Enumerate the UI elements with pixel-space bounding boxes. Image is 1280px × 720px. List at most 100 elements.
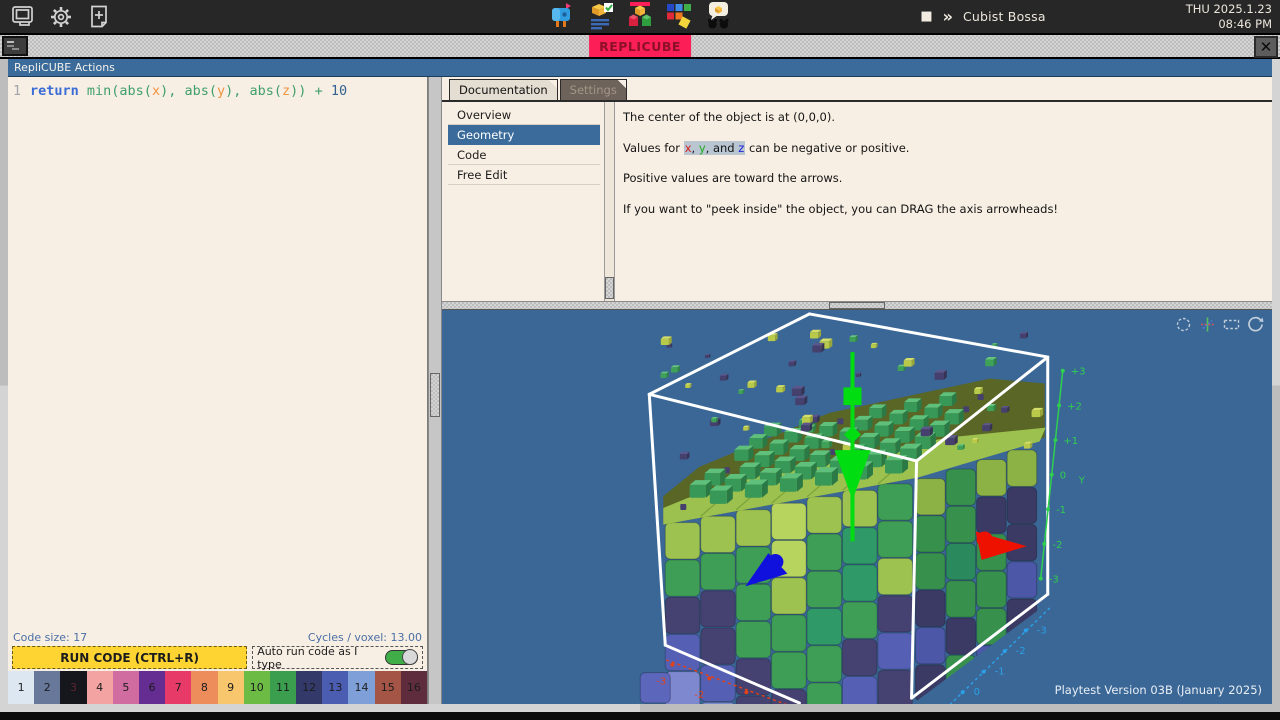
code-call: ), abs( xyxy=(225,83,282,99)
bounds-view-icon[interactable] xyxy=(1223,316,1240,333)
palette-number: 1 xyxy=(18,681,25,694)
music-stop-icon[interactable]: ■ xyxy=(920,9,932,24)
doc-paragraph-1: The center of the object is at (0,0,0). xyxy=(623,110,1264,124)
editor-status-row: Code size: 17 Cycles / voxel: 13.00 xyxy=(8,628,427,646)
system-top-bar: ■ » Cubist Bossa THU 2025.1.23 08:46 PM xyxy=(0,0,1280,33)
palette-swatch-6[interactable]: 6 xyxy=(139,671,165,704)
close-window-button[interactable]: ✕ xyxy=(1254,36,1278,58)
color-palette: 1 2 3 4 5 6 7 8 9 10 11 12 13 14 15 16 xyxy=(8,671,427,704)
nav-item-code[interactable]: Code xyxy=(448,145,600,165)
code-size-label: Code size: 17 xyxy=(13,631,87,644)
palette-swatch-8[interactable]: 8 xyxy=(191,671,217,704)
doc-paragraph-2: Values for x, y, and z can be negative o… xyxy=(623,141,1264,155)
svg-text:-2: -2 xyxy=(1016,646,1026,657)
palette-swatch-16[interactable]: 16 xyxy=(401,671,427,704)
palette-number: 13 xyxy=(328,681,342,694)
svg-text:Y: Y xyxy=(1078,476,1086,487)
palette-swatch-9[interactable]: 9 xyxy=(218,671,244,704)
palette-number: 11 xyxy=(276,681,290,694)
voxel-viewport[interactable]: +3+2+10-1-2-3Y-3-20-1-2-3 Playtest Versi… xyxy=(442,310,1272,704)
var-y: y xyxy=(699,141,706,155)
run-code-button[interactable]: RUN CODE (CTRL+R) xyxy=(12,646,247,669)
panel-divider[interactable] xyxy=(442,301,1272,310)
settings-gear-icon[interactable] xyxy=(48,4,74,30)
replicube-app-icon[interactable] xyxy=(626,2,654,30)
palette-number: 14 xyxy=(355,681,369,694)
code-line[interactable]: return min(abs(x), abs(y), abs(z)) + 10 xyxy=(30,83,347,628)
version-label: Playtest Version 03B (January 2025) xyxy=(1055,683,1262,697)
svg-text:+1: +1 xyxy=(1063,436,1078,447)
music-track-name: Cubist Bossa xyxy=(963,9,1046,24)
doc-p2-suffix: can be negative or positive. xyxy=(745,141,909,155)
palette-number: 6 xyxy=(149,681,156,694)
palette-number: 16 xyxy=(407,681,421,694)
divider-grip[interactable] xyxy=(829,302,885,309)
doc-p2-sep2: , and xyxy=(706,141,739,155)
panel-scrollbar[interactable] xyxy=(428,77,442,704)
palette-number: 8 xyxy=(201,681,208,694)
palette-swatch-7[interactable]: 7 xyxy=(165,671,191,704)
window-thumbnail-icon[interactable] xyxy=(2,36,28,56)
svg-text:-2: -2 xyxy=(694,690,704,701)
code-operator: + xyxy=(315,83,331,99)
doc-scrollbar[interactable] xyxy=(604,102,615,301)
palette-number: 9 xyxy=(227,681,234,694)
outline-view-icon[interactable] xyxy=(1175,316,1192,333)
cycles-label: Cycles / voxel: 13.00 xyxy=(308,631,422,644)
nav-item-geometry[interactable]: Geometry xyxy=(448,125,600,145)
code-call: ), abs( xyxy=(160,83,217,99)
replicube-window-tab[interactable]: REPLICUBE xyxy=(589,35,691,57)
code-parens: )) xyxy=(290,83,314,99)
code-var-y: y xyxy=(217,83,225,99)
svg-text:0: 0 xyxy=(1060,471,1066,482)
palette-number: 2 xyxy=(44,681,51,694)
palette-swatch-1[interactable]: 1 xyxy=(8,671,34,704)
voxel-scene[interactable]: +3+2+10-1-2-3Y-3-20-1-2-3 xyxy=(442,310,1272,704)
var-z: z xyxy=(738,141,744,155)
palette-swatch-3[interactable]: 3 xyxy=(60,671,86,704)
var-x: x xyxy=(685,141,692,155)
doc-p2-prefix: Values for xyxy=(623,141,684,155)
palette-swatch-14[interactable]: 14 xyxy=(348,671,374,704)
code-number: 10 xyxy=(331,83,347,99)
music-next-icon[interactable]: » xyxy=(943,7,953,26)
axis-gizmo-icon[interactable] xyxy=(1199,316,1216,333)
replicube-window: RepliCUBE Actions 1 return min(abs(x), a… xyxy=(0,59,1280,712)
chat-cube-app-icon[interactable] xyxy=(704,2,732,30)
palette-swatch-13[interactable]: 13 xyxy=(322,671,348,704)
palette-swatch-10[interactable]: 10 xyxy=(244,671,270,704)
palette-swatch-15[interactable]: 15 xyxy=(375,671,401,704)
palette-number: 4 xyxy=(96,681,103,694)
palette-swatch-5[interactable]: 5 xyxy=(113,671,139,704)
auto-run-toggle[interactable] xyxy=(385,650,418,665)
palette-number: 12 xyxy=(302,681,316,694)
palette-swatch-4[interactable]: 4 xyxy=(87,671,113,704)
documentation-section: Documentation Settings Overview Geometry… xyxy=(442,77,1272,301)
color-grid-app-icon[interactable] xyxy=(665,2,693,30)
tab-settings[interactable]: Settings xyxy=(560,79,627,100)
screenshot-tool-icon[interactable] xyxy=(10,4,36,30)
rotate-view-icon[interactable] xyxy=(1247,316,1264,333)
tab-documentation[interactable]: Documentation xyxy=(449,79,558,100)
doc-tabs-row: Documentation Settings xyxy=(442,77,1272,102)
palette-swatch-12[interactable]: 12 xyxy=(296,671,322,704)
doc-p2-sep1: , xyxy=(692,141,699,155)
svg-text:-2: -2 xyxy=(1052,540,1062,551)
mailbox-app-icon[interactable] xyxy=(548,2,576,30)
code-var-x: x xyxy=(152,83,160,99)
palette-swatch-11[interactable]: 11 xyxy=(270,671,296,704)
auto-run-label: Auto run code as I type xyxy=(257,645,385,671)
doc-paragraph-3: Positive values are toward the arrows. xyxy=(623,171,1264,185)
code-call: min(abs( xyxy=(87,83,152,99)
doc-scrollbar-thumb[interactable] xyxy=(605,277,614,299)
new-file-icon[interactable] xyxy=(86,4,112,30)
palette-swatch-2[interactable]: 2 xyxy=(34,671,60,704)
window-title-bar: RepliCUBE Actions xyxy=(8,59,1272,77)
nav-item-overview[interactable]: Overview xyxy=(448,105,600,125)
palette-number: 3 xyxy=(70,681,77,694)
nav-item-free-edit[interactable]: Free Edit xyxy=(448,165,600,185)
code-editor[interactable]: 1 return min(abs(x), abs(y), abs(z)) + 1… xyxy=(8,77,427,628)
scrollbar-thumb[interactable] xyxy=(430,373,440,417)
toggle-knob xyxy=(402,649,418,665)
task-list-app-icon[interactable] xyxy=(587,2,615,30)
